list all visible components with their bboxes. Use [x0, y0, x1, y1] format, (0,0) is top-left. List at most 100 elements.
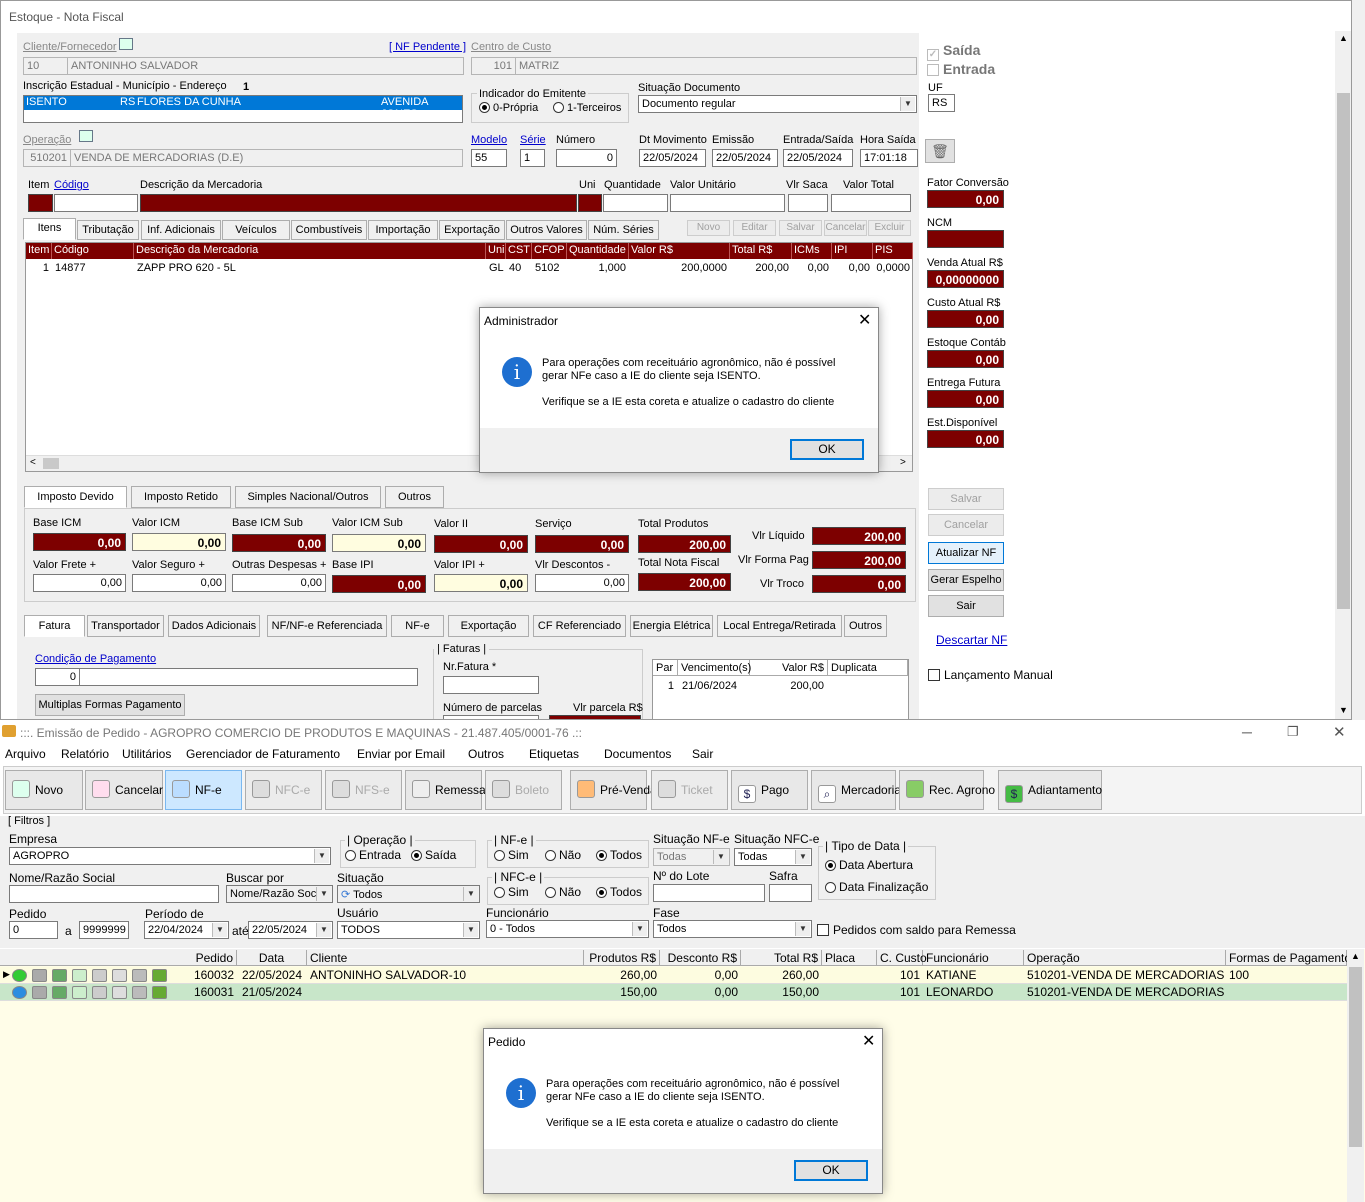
base-icm-field[interactable]: 0,00 — [33, 533, 126, 551]
tab-3[interactable]: Veículos — [222, 220, 290, 240]
menu-item-1[interactable]: Relatório — [61, 747, 109, 761]
col-header-0[interactable]: Item — [26, 243, 52, 259]
toolbar-adiantamento-button[interactable]: $ Adiantamento — [998, 770, 1102, 810]
fatura-tab-4[interactable]: NF-e — [391, 615, 444, 637]
vlr-saca-field[interactable] — [788, 194, 828, 212]
funcionario-select[interactable]: 0 - Todos ▼ — [486, 920, 649, 938]
table-row[interactable]: 160031 21/05/2024 150,00 0,00 150,00 101 LEONA… — [0, 984, 1347, 1001]
item-excluir-button[interactable]: Excluir — [868, 220, 911, 236]
cc-nome-field[interactable]: MATRIZ — [515, 57, 917, 75]
uf-field[interactable]: RS — [928, 94, 955, 112]
toolbar-mercadorias-button[interactable]: ⌕ Mercadorias — [811, 770, 907, 810]
empresa-select[interactable]: AGROPRO ▼ — [9, 847, 331, 865]
toolbar-rec-agrono-button[interactable]: Rec. Agrono — [899, 770, 995, 810]
saldo-remessa-checkbox[interactable]: Pedidos com saldo para Remessa — [817, 923, 1016, 937]
toolbar-nfe-button[interactable]: NF-e — [165, 770, 242, 810]
ie-list-row[interactable]: ISENTO RS FLORES DA CUNHA AVENIDA JONES — [24, 96, 462, 120]
descricao-field[interactable] — [140, 194, 577, 212]
operacao-codigo-field[interactable]: 510201 — [23, 149, 71, 167]
fatura-tab-2[interactable]: Dados Adicionais — [168, 615, 260, 637]
seguro-field[interactable]: 0,00 — [132, 574, 226, 592]
col-header-1[interactable]: Código — [52, 243, 134, 259]
tab-5[interactable]: Importação — [368, 220, 438, 240]
toolbar-novo-button[interactable]: Novo — [5, 770, 83, 810]
cliente-codigo-field[interactable]: 10 — [23, 57, 68, 75]
saida-checkbox[interactable]: ✓ Saída — [927, 42, 980, 61]
valor-ii-field[interactable]: 0,00 — [434, 535, 528, 553]
valor-unit-field[interactable] — [670, 194, 785, 212]
col-header-7[interactable]: Valor R$ — [629, 243, 730, 259]
close-icon[interactable]: ✕ — [858, 310, 871, 330]
menu-item-0[interactable]: Arquivo — [5, 747, 46, 761]
print-icon[interactable] — [32, 986, 47, 999]
parcela-col-header-3[interactable]: Duplicata — [828, 660, 908, 676]
export-icon[interactable] — [52, 986, 67, 999]
nfe-icon[interactable] — [72, 969, 87, 982]
condicao-codigo-field[interactable]: 0 — [35, 668, 80, 686]
lote-field[interactable] — [653, 884, 765, 902]
ok-button[interactable]: OK — [794, 1160, 868, 1181]
fatura-tab-7[interactable]: Energia Elétrica — [630, 615, 713, 637]
hora-saida-field[interactable]: 17:01:18 — [860, 149, 918, 167]
menu-item-5[interactable]: Outros — [468, 747, 504, 761]
nome-field[interactable] — [9, 885, 219, 903]
situacao-select[interactable]: ⟳ Todos ▼ — [337, 885, 480, 903]
document-icon[interactable] — [112, 969, 127, 982]
tab-8[interactable]: Núm. Séries — [588, 220, 659, 240]
col-header-4[interactable]: CST — [506, 243, 532, 259]
condicao-pagamento-label[interactable]: Condição de Pagamento — [35, 653, 156, 665]
toolbar-cancelar-button[interactable]: Cancelar — [85, 770, 163, 810]
fatura-tab-0[interactable]: Fatura — [24, 615, 85, 637]
valor-ipi-field[interactable]: 0,00 — [434, 574, 528, 592]
salvar-button[interactable]: Salvar — [928, 488, 1004, 510]
ind-propria-radio[interactable]: 0-Própria — [479, 102, 538, 114]
periodo-ate-field[interactable]: 22/05/2024 ▼ — [248, 921, 333, 939]
window-close-icon[interactable]: ✕ — [1333, 723, 1346, 741]
item-cancelar-button[interactable]: Cancelar — [824, 220, 867, 236]
valor-icm-sub-field[interactable]: 0,00 — [332, 534, 426, 552]
scroll-left-icon[interactable]: < — [30, 457, 36, 468]
minimize-icon[interactable]: ─ — [1242, 724, 1252, 740]
data-finalizacao-radio[interactable]: Data Finalização — [825, 880, 928, 894]
fatura-tab-1[interactable]: Transportador — [87, 615, 164, 637]
toolbar-ticket-button[interactable]: Ticket — [651, 770, 728, 810]
nfe-icon[interactable] — [72, 986, 87, 999]
sign-icon[interactable] — [92, 969, 107, 982]
plant-icon[interactable] — [152, 986, 167, 999]
gerar-espelho-button[interactable]: Gerar Espelho — [928, 569, 1004, 591]
col-header-6[interactable]: Quantidade — [567, 243, 629, 259]
modelo-field[interactable]: 55 — [471, 149, 507, 167]
sit-nfce-select[interactable]: Todas ▼ — [734, 848, 812, 866]
multiplas-formas-button[interactable]: Multiplas Formas Pagamento — [35, 694, 185, 716]
ind-terceiros-radio[interactable]: 1-Terceiros — [553, 102, 621, 114]
item-salvar-button[interactable]: Salvar — [779, 220, 822, 236]
pedido-col-header-4[interactable]: Desconto R$ — [660, 950, 741, 966]
toolbar-nfce-button[interactable]: NFC-e — [245, 770, 322, 810]
table-row[interactable]: 1 14877 ZAPP PRO 620 - 5L GL 40 5102 1,000 200,… — [26, 260, 912, 276]
situacao-doc-select[interactable]: Documento regular ▼ — [638, 95, 917, 113]
uni-field[interactable] — [578, 194, 602, 212]
codigo-label[interactable]: Código — [54, 179, 89, 191]
op-saida-radio[interactable]: Saída — [411, 848, 456, 862]
item-novo-button[interactable]: Novo — [687, 220, 730, 236]
status-icon[interactable] — [12, 986, 27, 999]
parcela-col-header-0[interactable]: Par — [653, 660, 678, 676]
serie-label[interactable]: Série — [520, 134, 546, 146]
menu-item-8[interactable]: Sair — [692, 747, 713, 761]
data-abertura-radio[interactable]: Data Abertura — [825, 858, 913, 872]
operacao-search-icon[interactable] — [79, 130, 93, 142]
base-ipi-field[interactable]: 0,00 — [332, 575, 426, 593]
truck-icon[interactable] — [132, 969, 147, 982]
toolbar-nfse-button[interactable]: NFS-e — [325, 770, 402, 810]
restore-icon[interactable]: ❐ — [1287, 724, 1299, 740]
tab-1[interactable]: Tributação — [77, 220, 139, 240]
scroll-up-icon[interactable]: ▲ — [1351, 951, 1360, 961]
sair-button[interactable]: Sair — [928, 595, 1004, 617]
modelo-label[interactable]: Modelo — [471, 134, 507, 146]
nfe-nao-radio[interactable]: Não — [545, 848, 581, 862]
calendar-dropdown-icon[interactable]: ▼ — [212, 923, 227, 937]
ie-list[interactable]: ISENTO RS FLORES DA CUNHA AVENIDA JONES — [23, 95, 463, 123]
scroll-right-icon[interactable]: > — [900, 457, 906, 468]
pedido-col-header-0[interactable]: Pedido — [172, 950, 237, 966]
forma-pag-field[interactable]: 200,00 — [812, 551, 906, 569]
